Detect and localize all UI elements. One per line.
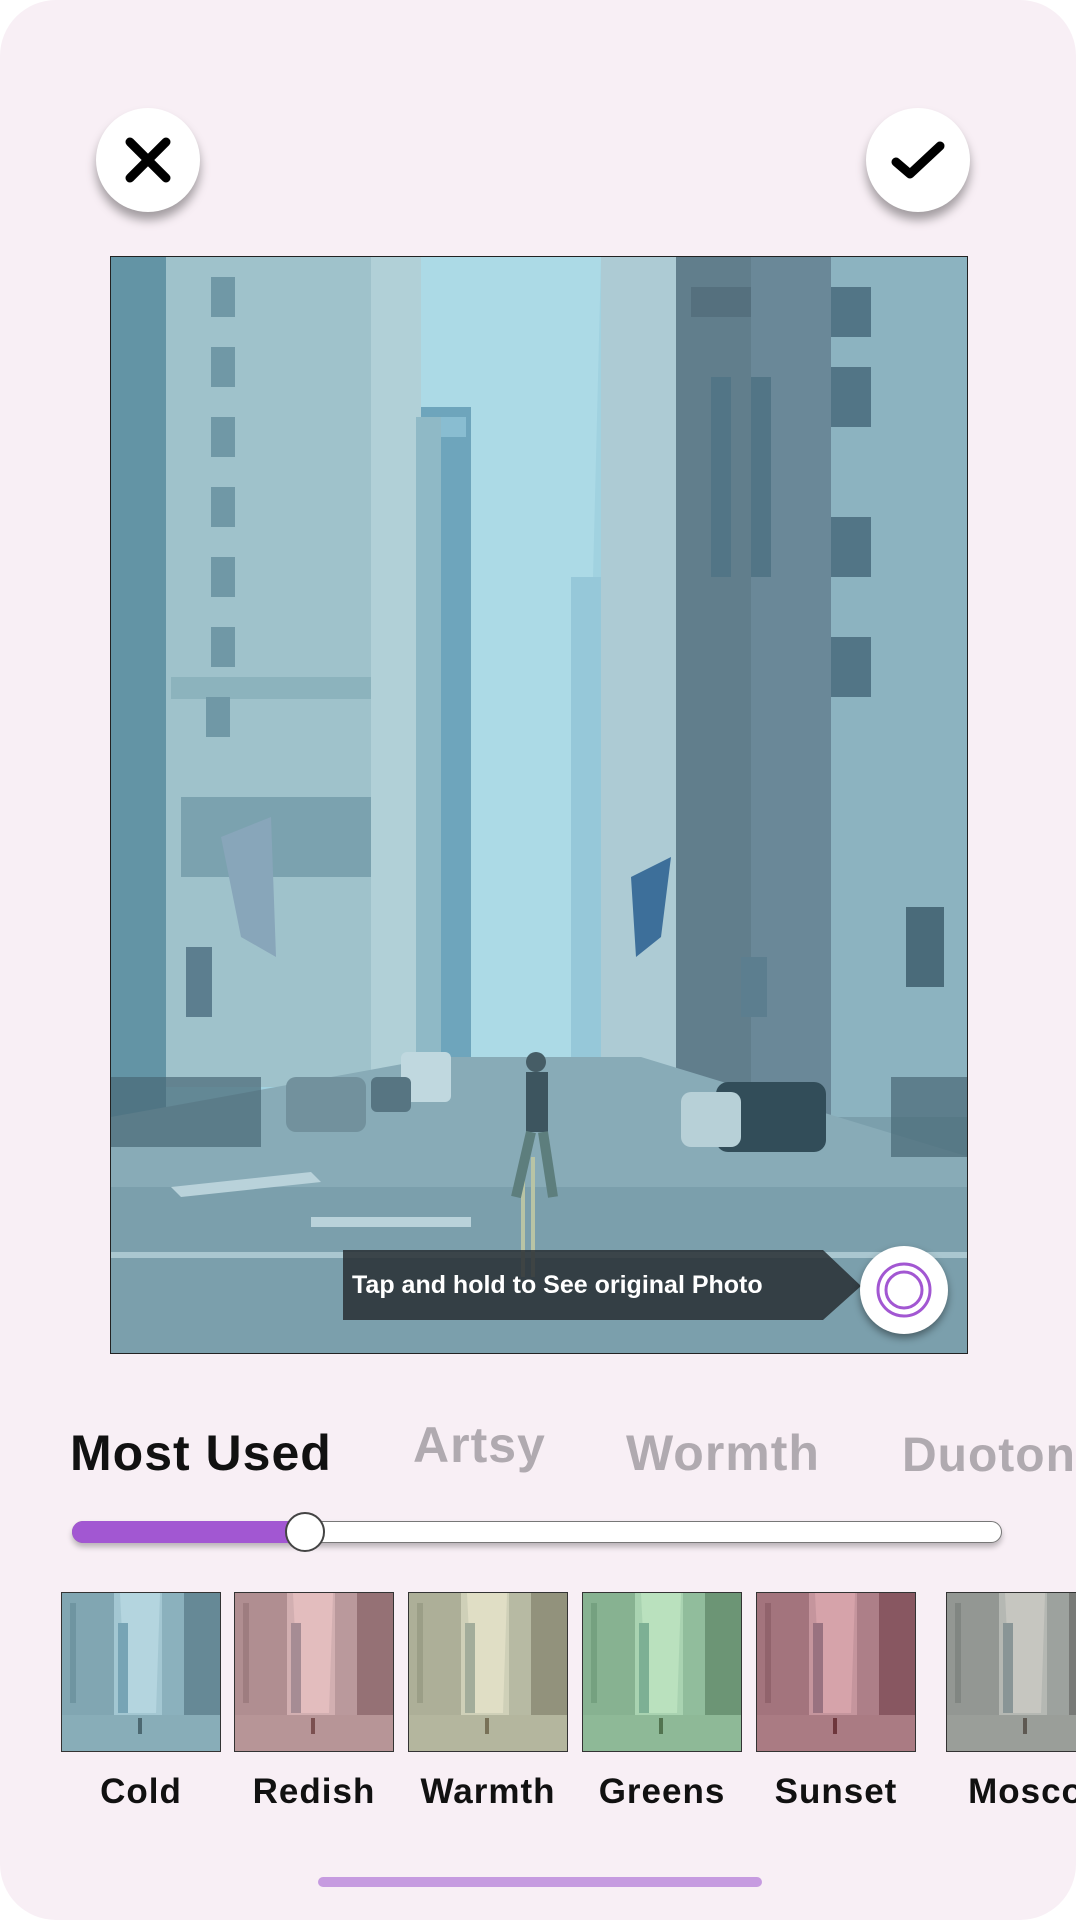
- filter-label: Warmth: [420, 1772, 556, 1811]
- tab-most-used[interactable]: Most Used: [70, 1424, 332, 1482]
- hint-text: Tap and hold to See original Photo: [352, 1271, 763, 1299]
- filter-label: Cold: [100, 1772, 182, 1811]
- filter-category-tabs: Most Used Artsy Wormth Duoton: [0, 1410, 1076, 1490]
- tab-duoton[interactable]: Duoton: [902, 1428, 1076, 1483]
- filter-thumbnail-list: Cold Redish Warmth Greens Sunset Mosco: [0, 1592, 1076, 1822]
- checkmark-icon: [891, 141, 945, 179]
- filter-thumbnail[interactable]: [61, 1592, 221, 1752]
- filter-thumbnail[interactable]: [582, 1592, 742, 1752]
- tab-artsy[interactable]: Artsy: [413, 1416, 546, 1474]
- tab-wormth[interactable]: Wormth: [626, 1424, 820, 1482]
- home-indicator: [318, 1877, 762, 1887]
- filter-label: Sunset: [774, 1772, 898, 1811]
- concentric-circle-icon: [876, 1262, 932, 1318]
- slider-thumb[interactable]: [285, 1512, 325, 1552]
- slider-fill: [72, 1521, 295, 1543]
- filter-warmth[interactable]: Warmth: [408, 1592, 568, 1812]
- photo-preview[interactable]: [110, 256, 968, 1354]
- filter-redish[interactable]: Redish: [234, 1592, 394, 1812]
- close-icon: [125, 137, 171, 183]
- street-photo: [111, 257, 967, 1353]
- compare-original-button[interactable]: [860, 1246, 948, 1334]
- filter-thumbnail[interactable]: [408, 1592, 568, 1752]
- filter-label: Redish: [252, 1772, 376, 1811]
- filter-thumbnail[interactable]: [756, 1592, 916, 1752]
- confirm-button[interactable]: [866, 108, 970, 212]
- intensity-slider[interactable]: [72, 1512, 1002, 1552]
- filter-label: Greens: [598, 1772, 726, 1811]
- filter-sunset[interactable]: Sunset: [756, 1592, 916, 1812]
- filter-greens[interactable]: Greens: [582, 1592, 742, 1812]
- filter-thumbnail[interactable]: [234, 1592, 394, 1752]
- close-button[interactable]: [96, 108, 200, 212]
- filter-editor-screen: Tap and hold to See original Photo Most …: [0, 0, 1076, 1920]
- filter-thumbnail[interactable]: [946, 1592, 1076, 1752]
- filter-label: Mosco: [968, 1772, 1076, 1811]
- filter-mosco[interactable]: Mosco: [946, 1592, 1076, 1812]
- filter-cold[interactable]: Cold: [61, 1592, 221, 1812]
